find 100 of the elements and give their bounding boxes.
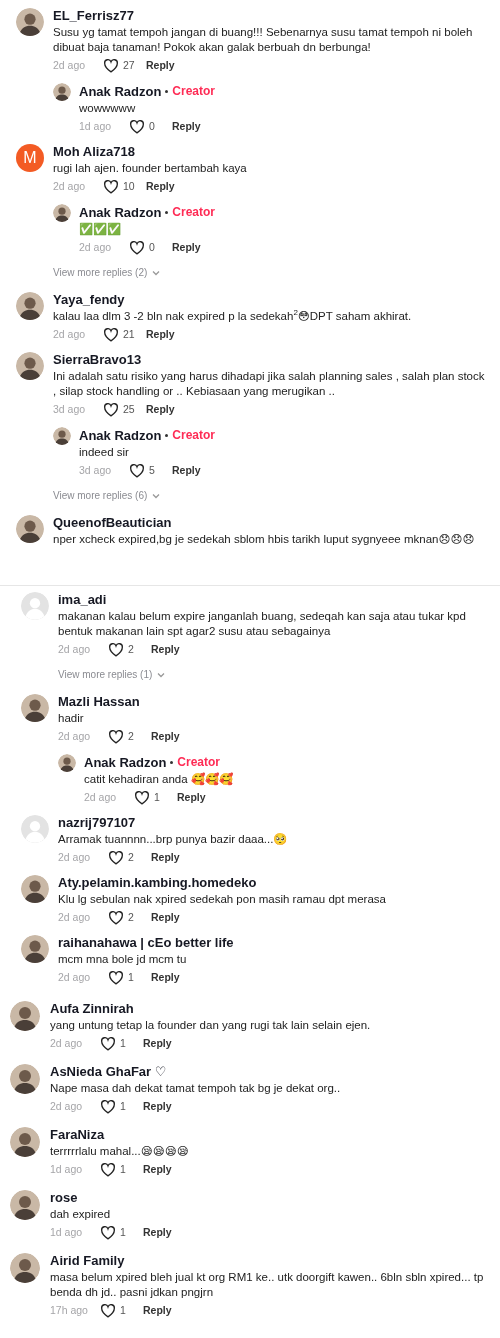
reply-link[interactable]: Reply xyxy=(146,59,175,71)
reply-link[interactable]: Reply xyxy=(151,730,180,742)
avatar-icon xyxy=(16,352,44,380)
timestamp: 2d ago xyxy=(58,643,92,655)
like-count: 1 xyxy=(120,1037,126,1049)
comment-text: Klu lg sebulan nak xpired sedekah pon masih ramau dpt merasa xyxy=(58,892,387,907)
like-count: 25 xyxy=(123,403,135,415)
username[interactable]: AsNieda GhaFar ♡ xyxy=(50,1063,167,1079)
comment-text: Nape masa dah dekat tamat tempoh tak bg je dekat org.. xyxy=(50,1081,342,1096)
comment-text: indeed sir xyxy=(79,445,130,460)
comment-text: nper xcheck expired,bg je sedekah sblom hbis tarikh luput sygnyeee mknan😞😞😞 xyxy=(53,532,476,547)
like-count: 1 xyxy=(120,1226,126,1238)
avatar-icon xyxy=(10,1001,40,1031)
username[interactable]: nazrij797107 xyxy=(58,814,136,830)
reply-link[interactable]: Reply xyxy=(172,241,201,253)
username[interactable]: Airid Family xyxy=(50,1252,125,1268)
username[interactable]: Anak Radzon xyxy=(79,204,162,220)
like-count: 2 xyxy=(128,730,134,742)
heart-icon xyxy=(108,969,124,985)
username[interactable]: ima_adi xyxy=(58,591,107,607)
like-count: 5 xyxy=(149,464,155,476)
reply-link[interactable]: Reply xyxy=(151,851,180,863)
reply-link[interactable]: Reply xyxy=(146,180,175,192)
avatar-icon xyxy=(53,427,71,445)
heart-icon xyxy=(103,401,119,417)
reply-link[interactable]: Reply xyxy=(143,1100,172,1112)
reply-link[interactable]: Reply xyxy=(151,911,180,923)
avatar-icon xyxy=(21,694,49,722)
timestamp: 2d ago xyxy=(79,241,113,253)
creator-label: Creator xyxy=(172,205,216,219)
like-count: 1 xyxy=(128,971,134,983)
username[interactable]: rose xyxy=(50,1189,78,1205)
avatar-icon xyxy=(58,754,76,772)
avatar-icon xyxy=(10,1253,40,1283)
creator-label: Creator xyxy=(172,428,216,442)
username[interactable]: QueenofBeautician xyxy=(53,514,172,530)
avatar-icon xyxy=(21,592,49,620)
username[interactable]: FaraNiza xyxy=(50,1126,105,1142)
heart-icon xyxy=(129,118,145,134)
username[interactable]: Anak Radzon xyxy=(79,427,162,443)
avatar-icon xyxy=(21,815,49,843)
reply-link[interactable]: Reply xyxy=(143,1037,172,1049)
avatar-icon xyxy=(10,1064,40,1094)
view-more-replies-link[interactable]: View more replies (1) xyxy=(58,669,488,680)
dot-separator xyxy=(165,89,169,93)
heart-icon xyxy=(129,239,145,255)
username[interactable]: Yaya_fendy xyxy=(53,291,125,307)
username[interactable]: Anak Radzon xyxy=(79,83,162,99)
chevron-icon xyxy=(156,670,167,679)
comment-text: yang untung tetap la founder dan yang rugi tak lain selain ejen. xyxy=(50,1018,372,1033)
comment-text: masa belum xpired bleh jual kt org RM1 ke.. utk doorgift kawen.. 6bln sbln xpired... tp benda dh jd.. pasni jdkan pngjrn xyxy=(50,1270,485,1300)
avatar-icon xyxy=(21,935,49,963)
comment-text: dah expired xyxy=(50,1207,112,1222)
timestamp: 2d ago xyxy=(84,791,118,803)
timestamp: 2d ago xyxy=(58,911,92,923)
reply-link[interactable]: Reply xyxy=(177,791,206,803)
username[interactable]: Aufa Zinnirah xyxy=(50,1000,134,1016)
heart-icon xyxy=(108,641,124,657)
view-more-replies-link[interactable]: View more replies (2) xyxy=(53,267,488,278)
comment-text: kalau laa dlm 3 -2 bln nak expired p la sedekah$^{2}$😳DPT saham akhirat. xyxy=(53,309,413,324)
username[interactable]: EL_Ferrisz77 xyxy=(53,7,134,23)
avatar-icon xyxy=(21,875,49,903)
reply-link[interactable]: Reply xyxy=(146,403,175,415)
reply-link[interactable]: Reply xyxy=(143,1304,172,1316)
like-count: 1 xyxy=(120,1163,126,1175)
like-count: 0 xyxy=(149,241,155,253)
like-count: 1 xyxy=(120,1100,126,1112)
heart-icon xyxy=(103,178,119,194)
timestamp: 2d ago xyxy=(50,1100,84,1112)
like-count: 0 xyxy=(149,120,155,132)
reply-link[interactable]: Reply xyxy=(151,971,180,983)
like-count: 1 xyxy=(154,791,160,803)
username[interactable]: Aty.pelamin.kambing.homedeko xyxy=(58,874,257,890)
username[interactable]: raihanahawa | cEo better life xyxy=(58,934,234,950)
comment-text: Arramak tuannnn...brp punya bazir daaa...🥺 xyxy=(58,832,289,847)
creator-label: Creator xyxy=(177,755,221,769)
reply-link[interactable]: Reply xyxy=(143,1163,172,1175)
timestamp: 2d ago xyxy=(58,851,92,863)
chevron-icon xyxy=(151,491,162,500)
reply-link[interactable]: Reply xyxy=(143,1226,172,1238)
avatar-icon xyxy=(10,1127,40,1157)
reply-link[interactable]: Reply xyxy=(172,120,201,132)
like-count: 2 xyxy=(128,911,134,923)
username[interactable]: Mazli Hassan xyxy=(58,693,140,709)
heart-icon xyxy=(100,1224,116,1240)
timestamp: 17h ago xyxy=(50,1304,89,1316)
username[interactable]: Anak Radzon xyxy=(84,754,167,770)
like-count: 2 xyxy=(128,851,134,863)
timestamp: 2d ago xyxy=(53,59,87,71)
like-count: 2 xyxy=(128,643,134,655)
heart-icon xyxy=(108,909,124,925)
reply-link[interactable]: Reply xyxy=(151,643,180,655)
username[interactable]: Moh Aliza718 xyxy=(53,143,135,159)
username[interactable]: SierraBravo13 xyxy=(53,351,142,367)
avatar-icon xyxy=(16,8,44,36)
reply-link[interactable]: Reply xyxy=(172,464,201,476)
timestamp: 2d ago xyxy=(58,730,92,742)
view-more-replies-link[interactable]: View more replies (6) xyxy=(53,490,488,501)
heart-icon xyxy=(129,462,145,478)
reply-link[interactable]: Reply xyxy=(146,328,175,340)
